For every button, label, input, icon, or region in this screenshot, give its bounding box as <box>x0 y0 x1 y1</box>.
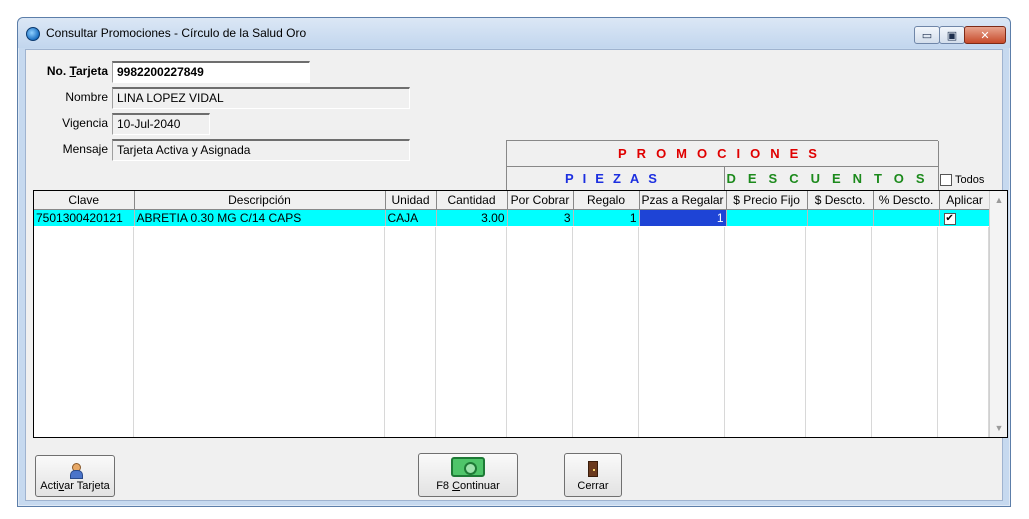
title-bar[interactable]: Consultar Promociones - Círculo de la Sa… <box>18 18 1010 48</box>
tarjeta-input[interactable]: 9982200227849 <box>112 61 310 83</box>
col-header-descto[interactable]: $ Descto. <box>807 191 874 210</box>
col-header-unidad[interactable]: Unidad <box>385 191 437 210</box>
activar-tarjeta-button[interactable]: Activar Tarjeta <box>35 455 115 497</box>
grid-column-line <box>872 227 938 437</box>
col-header-pct-descto[interactable]: % Descto. <box>873 191 940 210</box>
grid-table: Clave Descripción Unidad Cantidad Por Co… <box>34 191 991 226</box>
col-header-clave[interactable]: Clave <box>34 191 135 210</box>
descuentos-header: DESCUENTOS <box>725 167 939 191</box>
vigencia-field: 10-Jul-2040 <box>112 113 210 135</box>
scroll-up-icon[interactable]: ▲ <box>991 192 1007 208</box>
grid-column-line <box>725 227 806 437</box>
promociones-header: PROMOCIONES PIEZAS DESCUENTOS <box>506 140 939 191</box>
tarjeta-label-pre: No. <box>46 64 70 78</box>
grid-vertical-scrollbar[interactable]: ▲ ▼ <box>989 191 1007 437</box>
grid-column-line <box>938 227 989 437</box>
todos-label: Todos <box>955 174 985 186</box>
col-header-por-cobrar[interactable]: Por Cobrar <box>507 191 574 210</box>
piezas-header: PIEZAS <box>507 167 725 191</box>
cell-clave[interactable]: 7501300420121 <box>34 209 135 226</box>
continuar-label-pre: F8 <box>436 480 453 492</box>
col-header-aplicar[interactable]: Aplicar <box>939 191 991 210</box>
continuar-label-post: ontinuar <box>460 480 500 492</box>
grid-column-line <box>436 227 507 437</box>
client-area: No. Tarjeta 9982200227849 Nombre LINA LO… <box>25 49 1008 501</box>
table-row[interactable]: 7501300420121 ABRETIA 0.30 MG C/14 CAPS … <box>34 209 991 226</box>
cell-regalo[interactable]: 1 <box>573 209 640 226</box>
app-icon <box>26 27 40 41</box>
user-icon <box>69 463 83 479</box>
tarjeta-label: No. Tarjeta <box>32 64 108 78</box>
mensaje-label: Mensaje <box>62 142 108 156</box>
grid-column-line <box>34 227 134 437</box>
grid-column-line <box>385 227 436 437</box>
col-header-cantidad[interactable]: Cantidad <box>436 191 508 210</box>
nombre-field: LINA LOPEZ VIDAL <box>112 87 410 109</box>
promociones-window: Consultar Promociones - Círculo de la Sa… <box>17 17 1011 507</box>
col-header-descripcion[interactable]: Descripción <box>134 191 386 210</box>
close-window-button[interactable]: ✕ <box>964 26 1006 44</box>
aplicar-checkbox[interactable]: ✔ <box>943 213 956 226</box>
cerrar-label: Cerrar <box>577 480 609 492</box>
activar-label-pre: Acti <box>40 480 59 492</box>
tarjeta-label-post: arjeta <box>75 64 108 78</box>
cell-pzas-regalar[interactable]: 1 <box>639 209 727 226</box>
activar-tarjeta-label: Activar Tarjeta <box>40 480 110 492</box>
cell-precio-fijo[interactable] <box>726 209 808 226</box>
mensaje-field: Tarjeta Activa y Asignada <box>112 139 410 161</box>
window-title: Consultar Promociones - Círculo de la Sa… <box>46 26 307 40</box>
cerrar-button[interactable]: Cerrar <box>564 453 622 497</box>
cell-descto[interactable] <box>807 209 874 226</box>
continuar-label-mnemonic: C <box>452 480 461 492</box>
minimize-button[interactable]: ▭ <box>914 26 940 44</box>
grid-column-line <box>573 227 639 437</box>
continuar-button[interactable]: F8 Continuar <box>418 453 518 497</box>
cell-por-cobrar[interactable]: 3 <box>507 209 574 226</box>
grid-header-row: Clave Descripción Unidad Cantidad Por Co… <box>34 191 991 210</box>
continuar-label: F8 Continuar <box>436 480 500 492</box>
nombre-label: Nombre <box>65 90 108 104</box>
grid-empty-area <box>34 227 989 437</box>
grid-column-line <box>507 227 573 437</box>
promociones-title: PROMOCIONES <box>507 141 939 167</box>
activar-label-post: ar Tarjeta <box>64 480 110 492</box>
maximize-button[interactable]: ▣ <box>939 26 965 44</box>
vigencia-label: Vigencia <box>62 116 108 130</box>
grid-column-line <box>639 227 725 437</box>
cell-unidad[interactable]: CAJA <box>385 209 437 226</box>
cell-descripcion[interactable]: ABRETIA 0.30 MG C/14 CAPS <box>134 209 386 226</box>
cell-cantidad[interactable]: 3.00 <box>436 209 508 226</box>
grid-column-line <box>134 227 385 437</box>
cell-pct-descto[interactable] <box>873 209 940 226</box>
promociones-grid[interactable]: Clave Descripción Unidad Cantidad Por Co… <box>33 190 1008 438</box>
col-header-pzas-regalar[interactable]: Pzas a Regalar <box>639 191 727 210</box>
todos-checkbox[interactable] <box>940 174 952 186</box>
todos-checkbox-group[interactable]: Todos <box>940 174 984 186</box>
grid-column-line <box>806 227 872 437</box>
scroll-down-icon[interactable]: ▼ <box>991 420 1007 436</box>
cell-aplicar[interactable]: ✔ <box>939 209 991 226</box>
door-icon <box>588 461 598 477</box>
col-header-regalo[interactable]: Regalo <box>573 191 640 210</box>
money-icon <box>451 457 485 477</box>
col-header-precio-fijo[interactable]: $ Precio Fijo <box>726 191 808 210</box>
